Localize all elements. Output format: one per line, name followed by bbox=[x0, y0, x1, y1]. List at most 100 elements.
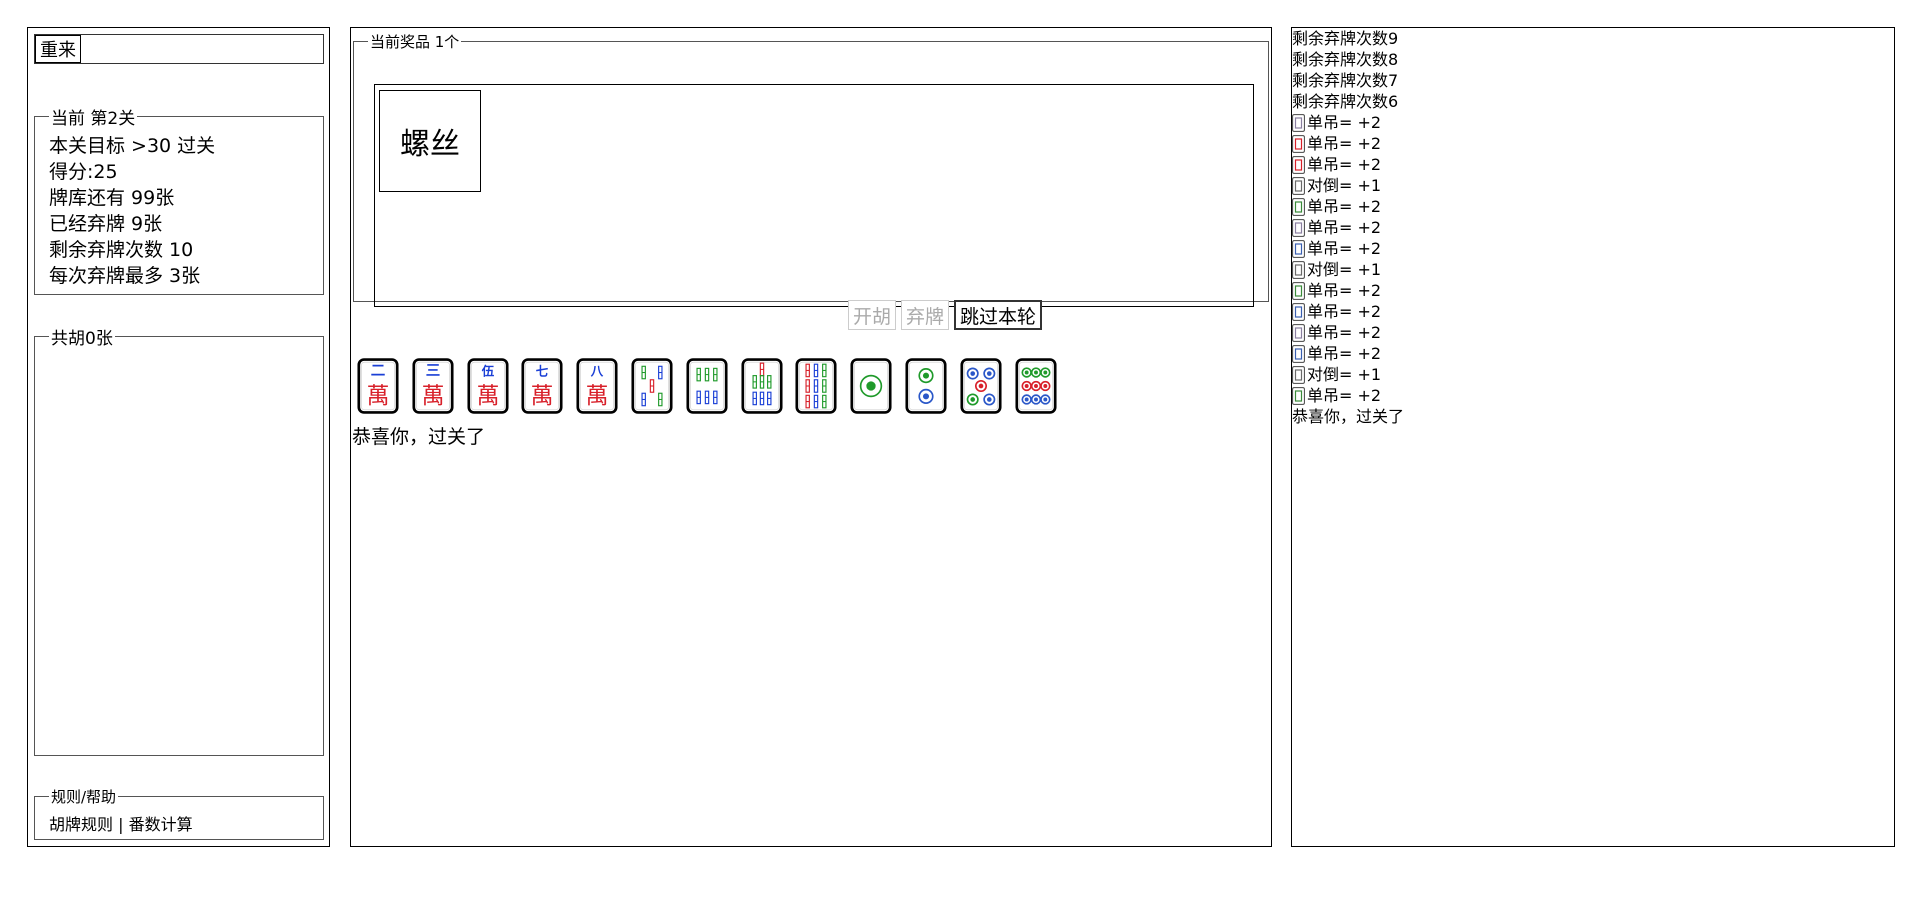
wan-3-tile[interactable]: 三萬 bbox=[412, 358, 454, 414]
tile-icon bbox=[1292, 365, 1305, 384]
help-separator: | bbox=[118, 815, 124, 834]
prize-panel: 当前奖品 1个 螺丝 bbox=[353, 31, 1269, 307]
status-message: 恭喜你，过关了 bbox=[352, 426, 486, 448]
log-text: 单吊= +2 bbox=[1307, 386, 1382, 405]
help-links: 胡牌规则 | 番数计算 bbox=[49, 807, 309, 835]
help-legend: 规则/帮助 bbox=[51, 788, 117, 806]
log-line: 对倒= +1 bbox=[1292, 259, 1404, 280]
svg-text:萬: 萬 bbox=[421, 384, 444, 410]
hand-tiles: 二萬三萬伍萬七萬八萬 bbox=[357, 358, 1069, 414]
log-text: 剩余弃牌次数7 bbox=[1292, 71, 1399, 90]
tile-icon bbox=[1292, 155, 1305, 174]
tile-rank-char: 二 bbox=[371, 364, 386, 380]
tile-icon bbox=[1292, 344, 1305, 363]
left-panel: 重来 当前 第2关 本关目标 >30 过关 得分:25 牌库还有 99张 已经弃… bbox=[27, 27, 330, 847]
log-text: 单吊= +2 bbox=[1307, 134, 1382, 153]
wan-8-tile[interactable]: 八萬 bbox=[576, 358, 618, 414]
tile-icon bbox=[1292, 176, 1305, 195]
log-text: 单吊= +2 bbox=[1307, 302, 1382, 321]
log-line: 单吊= +2 bbox=[1292, 301, 1404, 322]
restart-button[interactable]: 重来 bbox=[35, 35, 81, 63]
tile-icon bbox=[1292, 239, 1305, 258]
log-line: 对倒= +1 bbox=[1292, 364, 1404, 385]
log-panel: 剩余弃牌次数9 剩余弃牌次数8 剩余弃牌次数7 剩余弃牌次数6 单吊= +2 单吊= +2… bbox=[1291, 27, 1895, 847]
tile-icon bbox=[1292, 218, 1305, 237]
stat-max-discard: 每次弃牌最多 3张 bbox=[49, 265, 201, 287]
declare-hu-button[interactable]: 开胡 bbox=[848, 300, 897, 330]
tile-icon bbox=[1292, 323, 1305, 342]
log-text: 恭喜你，过关了 bbox=[1292, 407, 1405, 426]
game-panel: 当前奖品 1个 螺丝 开胡 弃牌 跳过本轮 二萬三萬伍萬七萬八萬 恭喜你，过关了 bbox=[350, 27, 1272, 847]
log-text: 单吊= +2 bbox=[1307, 218, 1382, 237]
skip-round-button[interactable]: 跳过本轮 bbox=[954, 300, 1043, 330]
wan-2-tile[interactable]: 二萬 bbox=[357, 358, 399, 414]
stat-discarded: 已经弃牌 9张 bbox=[49, 213, 163, 235]
level-info-panel: 当前 第2关 本关目标 >30 过关 得分:25 牌库还有 99张 已经弃牌 9… bbox=[34, 104, 324, 295]
wan-5-tile[interactable]: 伍萬 bbox=[467, 358, 509, 414]
tile-icon bbox=[1292, 281, 1305, 300]
tile-icon bbox=[1292, 134, 1305, 153]
log-line: 单吊= +2 bbox=[1292, 154, 1404, 175]
hu-tiles-panel: 共胡0张 bbox=[34, 324, 324, 756]
level-stats: 本关目标 >30 过关 得分:25 牌库还有 99张 已经弃牌 9张 剩余弃牌次… bbox=[49, 133, 309, 289]
log-line: 剩余弃牌次数8 bbox=[1292, 49, 1404, 70]
svg-text:萬: 萬 bbox=[476, 384, 499, 410]
log-line: 单吊= +2 bbox=[1292, 385, 1404, 406]
log-line: 单吊= +2 bbox=[1292, 238, 1404, 259]
log-text: 单吊= +2 bbox=[1307, 281, 1382, 300]
dot-1-tile[interactable] bbox=[850, 358, 892, 414]
prize-legend: 当前奖品 1个 bbox=[370, 33, 460, 51]
tile-icon bbox=[1292, 260, 1305, 279]
log-text: 剩余弃牌次数6 bbox=[1292, 92, 1399, 111]
bamboo-6-tile[interactable] bbox=[686, 358, 728, 414]
action-bar: 开胡 弃牌 跳过本轮 bbox=[848, 300, 1043, 330]
prize-container: 螺丝 bbox=[374, 84, 1254, 307]
bamboo-9-tile[interactable] bbox=[795, 358, 837, 414]
bamboo-7-tile[interactable] bbox=[741, 358, 783, 414]
log-text: 剩余弃牌次数9 bbox=[1292, 29, 1399, 48]
rules-link[interactable]: 胡牌规则 bbox=[49, 815, 113, 834]
discard-button[interactable]: 弃牌 bbox=[901, 300, 950, 330]
tile-icon bbox=[1292, 386, 1305, 405]
level-legend: 当前 第2关 bbox=[51, 109, 136, 129]
log-line: 单吊= +2 bbox=[1292, 322, 1404, 343]
log-text: 单吊= +2 bbox=[1307, 344, 1382, 363]
event-log: 剩余弃牌次数9 剩余弃牌次数8 剩余弃牌次数7 剩余弃牌次数6 单吊= +2 单吊= +2… bbox=[1292, 28, 1404, 427]
wan-7-tile[interactable]: 七萬 bbox=[521, 358, 563, 414]
hu-legend: 共胡0张 bbox=[51, 329, 113, 349]
tile-rank-char: 三 bbox=[426, 364, 441, 380]
log-text: 单吊= +2 bbox=[1307, 113, 1382, 132]
tile-rank-char: 七 bbox=[536, 364, 549, 379]
svg-text:萬: 萬 bbox=[586, 384, 609, 410]
stat-deck-remaining: 牌库还有 99张 bbox=[49, 187, 175, 209]
log-text: 单吊= +2 bbox=[1307, 197, 1382, 216]
dot-9-tile[interactable] bbox=[1015, 358, 1057, 414]
svg-text:萬: 萬 bbox=[367, 384, 390, 410]
bamboo-5-tile[interactable] bbox=[631, 358, 673, 414]
log-line: 剩余弃牌次数9 bbox=[1292, 28, 1404, 49]
dot-5-tile[interactable] bbox=[960, 358, 1002, 414]
tile-icon bbox=[1292, 113, 1305, 132]
help-panel: 规则/帮助 胡牌规则 | 番数计算 bbox=[34, 786, 324, 840]
restart-bar: 重来 bbox=[34, 34, 324, 64]
log-line: 单吊= +2 bbox=[1292, 280, 1404, 301]
tile-icon bbox=[1292, 302, 1305, 321]
log-line: 剩余弃牌次数6 bbox=[1292, 91, 1404, 112]
dot-2-tile[interactable] bbox=[905, 358, 947, 414]
log-text: 剩余弃牌次数8 bbox=[1292, 50, 1399, 69]
log-line: 单吊= +2 bbox=[1292, 217, 1404, 238]
fan-calc-link[interactable]: 番数计算 bbox=[129, 815, 193, 834]
log-text: 单吊= +2 bbox=[1307, 155, 1382, 174]
log-line: 单吊= +2 bbox=[1292, 343, 1404, 364]
log-line: 对倒= +1 bbox=[1292, 175, 1404, 196]
prize-card-screw[interactable]: 螺丝 bbox=[379, 90, 481, 192]
tile-icon bbox=[1292, 197, 1305, 216]
log-line: 剩余弃牌次数7 bbox=[1292, 70, 1404, 91]
log-line: 单吊= +2 bbox=[1292, 133, 1404, 154]
log-text: 对倒= +1 bbox=[1307, 365, 1382, 384]
log-text: 对倒= +1 bbox=[1307, 176, 1382, 195]
log-line: 恭喜你，过关了 bbox=[1292, 406, 1404, 427]
log-text: 单吊= +2 bbox=[1307, 239, 1382, 258]
log-text: 对倒= +1 bbox=[1307, 260, 1382, 279]
svg-text:萬: 萬 bbox=[531, 384, 554, 410]
